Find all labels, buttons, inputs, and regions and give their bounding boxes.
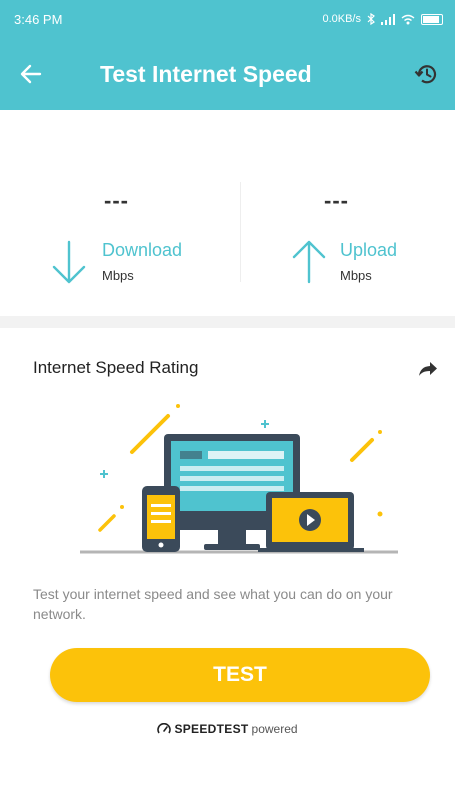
- download-label: Download: [102, 240, 183, 260]
- bluetooth-icon: [367, 13, 375, 25]
- history-icon: [414, 65, 437, 84]
- speed-results: --- Download Mbps --- Upload Mbps: [0, 110, 455, 316]
- download-result: --- Download Mbps: [0, 110, 227, 316]
- status-time: 3:46 PM: [14, 11, 63, 27]
- speedtest-brand: SPEEDTEST: [174, 722, 249, 736]
- devices-illustration: [80, 404, 398, 554]
- share-icon: [419, 362, 437, 376]
- network-speed: 0.0KB/s: [322, 13, 361, 25]
- rating-description: Test your internet speed and see what yo…: [33, 586, 393, 622]
- speedometer-icon: [157, 723, 172, 734]
- download-value: ---: [104, 188, 129, 213]
- rating-title: Internet Speed Rating: [33, 358, 199, 377]
- test-button[interactable]: TEST: [50, 648, 430, 702]
- wifi-icon: [401, 14, 415, 24]
- upload-result: --- Upload Mbps: [228, 110, 455, 316]
- history-button[interactable]: [399, 38, 455, 110]
- section-divider: [0, 316, 455, 328]
- battery-icon: [421, 13, 443, 25]
- status-bar: 3:46 PM 0.0KB/s: [0, 0, 455, 38]
- app-bar: Test Internet Speed: [0, 38, 455, 110]
- back-button[interactable]: [0, 38, 62, 110]
- signal-icon: [381, 13, 395, 25]
- arrow-left-icon: [20, 64, 42, 84]
- status-icons: 0.0KB/s: [322, 13, 443, 25]
- download-unit: Mbps: [102, 268, 134, 283]
- speed-rating-card: Internet Speed Rating Test your internet…: [0, 328, 455, 804]
- arrow-up-icon: [292, 240, 326, 284]
- share-button[interactable]: [413, 354, 443, 384]
- page-title: Test Internet Speed: [100, 60, 312, 87]
- powered-label: powered: [251, 722, 298, 736]
- upload-label: Upload: [340, 240, 398, 260]
- speedtest-powered: SPEEDTEST powered: [0, 722, 455, 736]
- upload-value: ---: [324, 188, 349, 213]
- arrow-down-icon: [52, 240, 86, 284]
- upload-unit: Mbps: [340, 268, 372, 283]
